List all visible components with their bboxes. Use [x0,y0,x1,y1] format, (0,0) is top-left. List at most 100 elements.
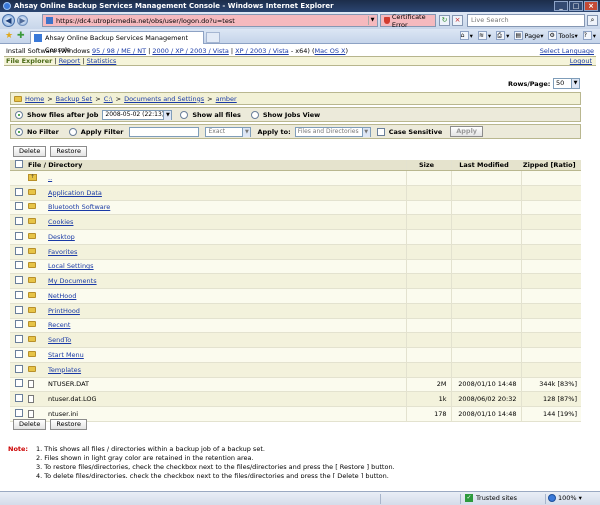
folder-link[interactable]: Application Data [48,189,102,197]
folder-link[interactable]: Bluetooth Software [48,203,110,211]
show-jobs-view-radio[interactable] [250,110,259,119]
table-row[interactable]: Favorites [10,244,581,260]
new-tab-button[interactable] [206,32,220,43]
row-checkbox[interactable] [15,335,23,344]
modified-column-header[interactable]: Last Modified [450,160,521,171]
install-link-mac-os-x[interactable]: Mac OS X [315,47,346,55]
certificate-error-button[interactable]: Certificate Error [380,13,436,29]
security-zone[interactable]: ✓ Trusted sites [465,494,517,502]
parent-directory-row[interactable]: ↑ .. [10,170,581,186]
folder-link[interactable]: SendTo [48,336,71,344]
filter-text-input[interactable] [129,126,200,137]
folder-link[interactable]: My Documents [48,277,97,285]
restore-button-bottom[interactable]: Restore [50,419,88,430]
tools-menu[interactable]: ⚙ Tools ▾ [548,31,578,40]
folder-link[interactable]: Cookies [48,218,73,226]
breadcrumb-drive[interactable]: C:\ [104,95,113,103]
name-column-header[interactable]: File / Directory [28,160,406,171]
row-checkbox[interactable] [15,231,23,240]
restore-button-top[interactable]: Restore [50,146,88,157]
delete-button-bottom[interactable]: Delete [13,419,47,430]
search-icon[interactable]: ⌕ [587,15,598,26]
table-row[interactable]: Application Data [10,185,581,201]
folder-link[interactable]: PrintHood [48,307,80,315]
help-button[interactable]: ? ▾ [582,31,596,40]
select-all-header[interactable] [10,160,28,171]
table-row[interactable]: PrintHood [10,303,581,319]
show-all-files-radio[interactable] [180,110,189,119]
install-link-95-98-me-nt[interactable]: 95 / 98 / ME / NT [92,47,146,55]
table-row[interactable]: Cookies [10,214,581,230]
row-checkbox[interactable] [15,246,23,255]
forward-button[interactable]: ▶ [17,15,28,26]
minimize-button[interactable]: _ [554,1,568,11]
no-filter-radio[interactable] [15,127,23,136]
folder-link[interactable]: NetHood [48,292,76,300]
home-button[interactable]: ⌂ ▾ [459,31,473,40]
table-row[interactable]: NetHood [10,288,581,304]
size-column-header[interactable]: Size [405,160,451,171]
row-checkbox[interactable] [15,349,23,358]
nav-report[interactable]: Report [59,57,81,65]
match-type-select[interactable]: Exact ▼ [205,126,252,137]
zoom-control[interactable]: 100% ▾ [548,494,582,502]
page-menu[interactable]: ▤ Page ▾ [514,31,543,40]
row-checkbox[interactable] [15,394,23,403]
table-row[interactable]: ntuser.dat.LOG 1k 2008/06/02 20:32 128 [87%… [10,391,581,407]
browser-tab[interactable]: Ahsay Online Backup Services Management … [30,31,204,54]
zipped-column-header[interactable]: Zipped [Ratio] [520,160,581,171]
folder-link[interactable]: Recent [48,321,70,329]
rows-per-page-select[interactable]: 50 ▼ [553,78,580,89]
table-row[interactable]: Start Menu [10,347,581,363]
table-row[interactable]: Templates [10,362,581,378]
favorites-star-icon[interactable]: ★ [5,32,14,41]
show-after-job-radio[interactable] [15,110,23,119]
row-checkbox[interactable] [15,290,23,299]
install-link-xp-2003-vista-x64[interactable]: XP / 2003 / Vista [235,47,289,55]
table-row[interactable]: ntuser.ini 178 2008/01/10 14:48 144 [19%] [10,406,581,422]
row-checkbox[interactable] [15,320,23,329]
feeds-button[interactable]: ≋ ▾ [477,31,491,40]
table-row[interactable]: My Documents [10,273,581,289]
apply-filter-radio[interactable] [68,127,77,136]
folder-link[interactable]: Start Menu [48,351,84,359]
apply-button[interactable]: Apply [450,126,484,137]
folder-link[interactable]: Local Settings [48,262,94,270]
address-dropdown-icon[interactable]: ▼ [368,16,376,25]
install-link-2000-xp-2003-vista[interactable]: 2000 / XP / 2003 / Vista [152,47,228,55]
apply-to-select[interactable]: Files and Directories ▼ [294,126,371,137]
logout-link[interactable]: Logout [570,57,592,65]
case-sensitive-checkbox[interactable] [376,127,385,136]
search-input[interactable]: Live Search [467,14,585,27]
table-row[interactable]: Recent [10,318,581,334]
nav-file-explorer[interactable]: File Explorer [6,57,52,65]
breadcrumb-documents-and-settings[interactable]: Documents and Settings [124,95,204,103]
folder-link[interactable]: Templates [48,366,81,374]
close-button[interactable]: × [584,1,598,11]
refresh-icon[interactable]: ↻ [439,15,450,26]
folder-link[interactable]: Desktop [48,233,75,241]
address-bar[interactable]: https://dc4.utropicmedia.net/obs/user/lo… [42,14,378,27]
row-checkbox[interactable] [15,261,23,270]
print-button[interactable]: ⎙ ▾ [496,31,509,40]
add-favorite-icon[interactable]: ✚ [17,32,26,41]
row-checkbox[interactable] [15,364,23,373]
table-row[interactable]: Desktop [10,229,581,245]
row-checkbox[interactable] [15,202,23,211]
folder-link[interactable]: Favorites [48,248,77,256]
delete-button-top[interactable]: Delete [13,146,47,157]
table-row[interactable]: Local Settings [10,259,581,275]
stop-icon[interactable]: × [452,15,463,26]
job-select[interactable]: 2008-05-02 (22:13) ▼ [102,109,173,120]
table-row[interactable]: NTUSER.DAT 2M 2008/01/10 14:48 344k [83%] [10,377,581,393]
table-row[interactable]: Bluetooth Software [10,200,581,216]
row-checkbox[interactable] [15,187,23,196]
row-checkbox[interactable] [15,379,23,388]
breadcrumb-backup-set[interactable]: Backup Set [56,95,93,103]
maximize-button[interactable]: □ [569,1,583,11]
select-all-checkbox[interactable] [15,160,23,168]
row-checkbox[interactable] [15,276,23,285]
row-checkbox[interactable] [15,217,23,226]
parent-directory-link[interactable]: .. [48,174,52,182]
row-checkbox[interactable] [15,408,23,417]
